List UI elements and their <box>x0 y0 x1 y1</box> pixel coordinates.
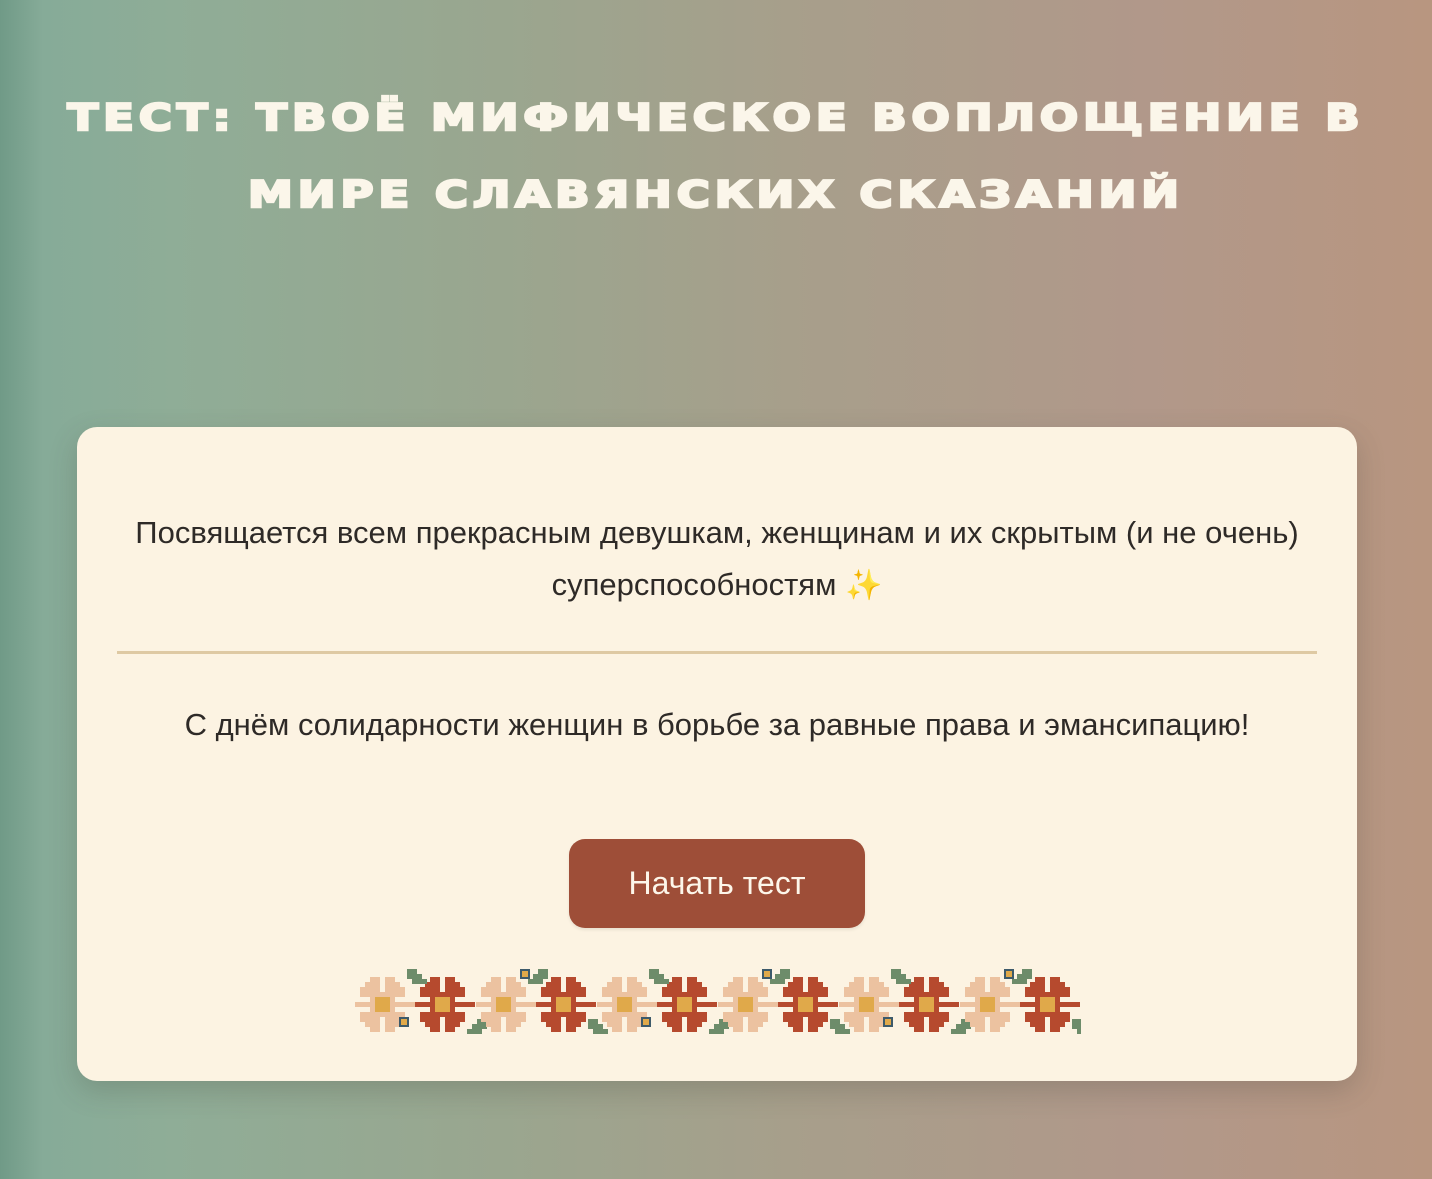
divider <box>117 651 1317 654</box>
greeting-text: С днём солидарности женщин в борьбе за р… <box>184 707 1250 742</box>
page-title: Тест: твоё мифическое воплощение в мире … <box>66 94 1365 217</box>
dedication-text: Посвящается всем прекрасным девушкам, же… <box>117 507 1317 612</box>
flower-ornament <box>355 969 1081 1034</box>
intro-card: Посвящается всем прекрасным девушкам, же… <box>77 427 1357 1081</box>
dedication-label: Посвящается всем прекрасным девушкам, же… <box>135 515 1299 602</box>
sparkles-icon: ✨ <box>845 569 883 602</box>
flower-ornament-icon <box>355 969 1081 1034</box>
start-test-button[interactable]: Начать тест <box>569 839 865 928</box>
